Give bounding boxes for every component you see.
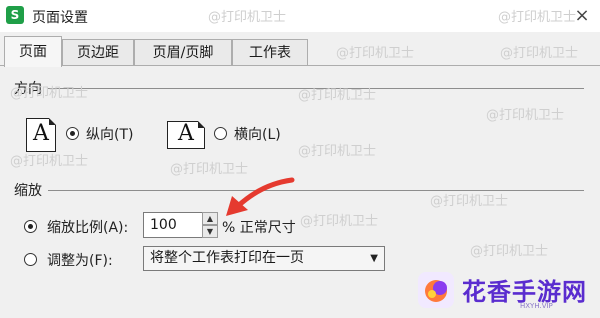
brand-url: HXYH.VIP [520,302,553,310]
fit-radio[interactable] [24,253,37,266]
scaling-section-label: 缩放 [14,183,42,199]
watermark: @打印机卫士 [336,46,415,61]
fit-label: 调整为(F): [47,253,113,269]
watermark: @打印机卫士 [298,88,377,103]
brand-logo-icon [418,272,454,308]
annotation-arrow-icon [226,177,295,216]
landscape-page-icon: A [167,121,205,149]
scale-unit-label: % 正常尺寸 [222,220,296,236]
tab-header-footer[interactable]: 页眉/页脚 [134,39,232,66]
watermark: @打印机卫士 [430,194,509,209]
portrait-radio[interactable] [66,127,79,140]
scale-spinner[interactable]: ▲ ▼ [202,212,218,238]
tab-sheet[interactable]: 工作表 [232,39,308,66]
dialog-title: 页面设置 [32,10,88,26]
fit-select[interactable]: 将整个工作表打印在一页 ▼ [143,246,385,271]
watermark: @打印机卫士 [300,214,379,229]
brand-watermark: 花香手游网 HXYH.VIP [412,266,600,318]
scale-label: 缩放比例(A): [47,220,129,236]
landscape-radio[interactable] [214,127,227,140]
portrait-label: 纵向(T) [86,127,134,143]
watermark: @打印机卫士 [486,108,565,123]
watermark: @打印机卫士 [208,10,287,25]
landscape-label: 横向(L) [234,127,281,143]
watermark: @打印机卫士 [500,46,579,61]
watermark: @打印机卫士 [10,86,89,101]
dropdown-arrow-icon: ▼ [370,253,378,264]
watermark: @打印机卫士 [470,244,549,259]
watermark: @打印机卫士 [298,144,377,159]
scale-radio[interactable] [24,220,37,233]
wps-spreadsheet-icon: S [6,6,24,24]
fit-select-value: 将整个工作表打印在一页 [150,250,304,266]
watermark: @打印机卫士 [10,154,89,169]
portrait-page-icon: A [26,118,56,152]
spin-up-button[interactable]: ▲ [202,212,218,225]
tab-margins[interactable]: 页边距 [62,39,134,66]
tab-divider [0,65,600,66]
spin-down-button[interactable]: ▼ [202,225,218,238]
watermark: @打印机卫士 [498,10,577,25]
scale-input[interactable]: 100 [143,212,203,238]
tab-page[interactable]: 页面 [4,36,62,67]
